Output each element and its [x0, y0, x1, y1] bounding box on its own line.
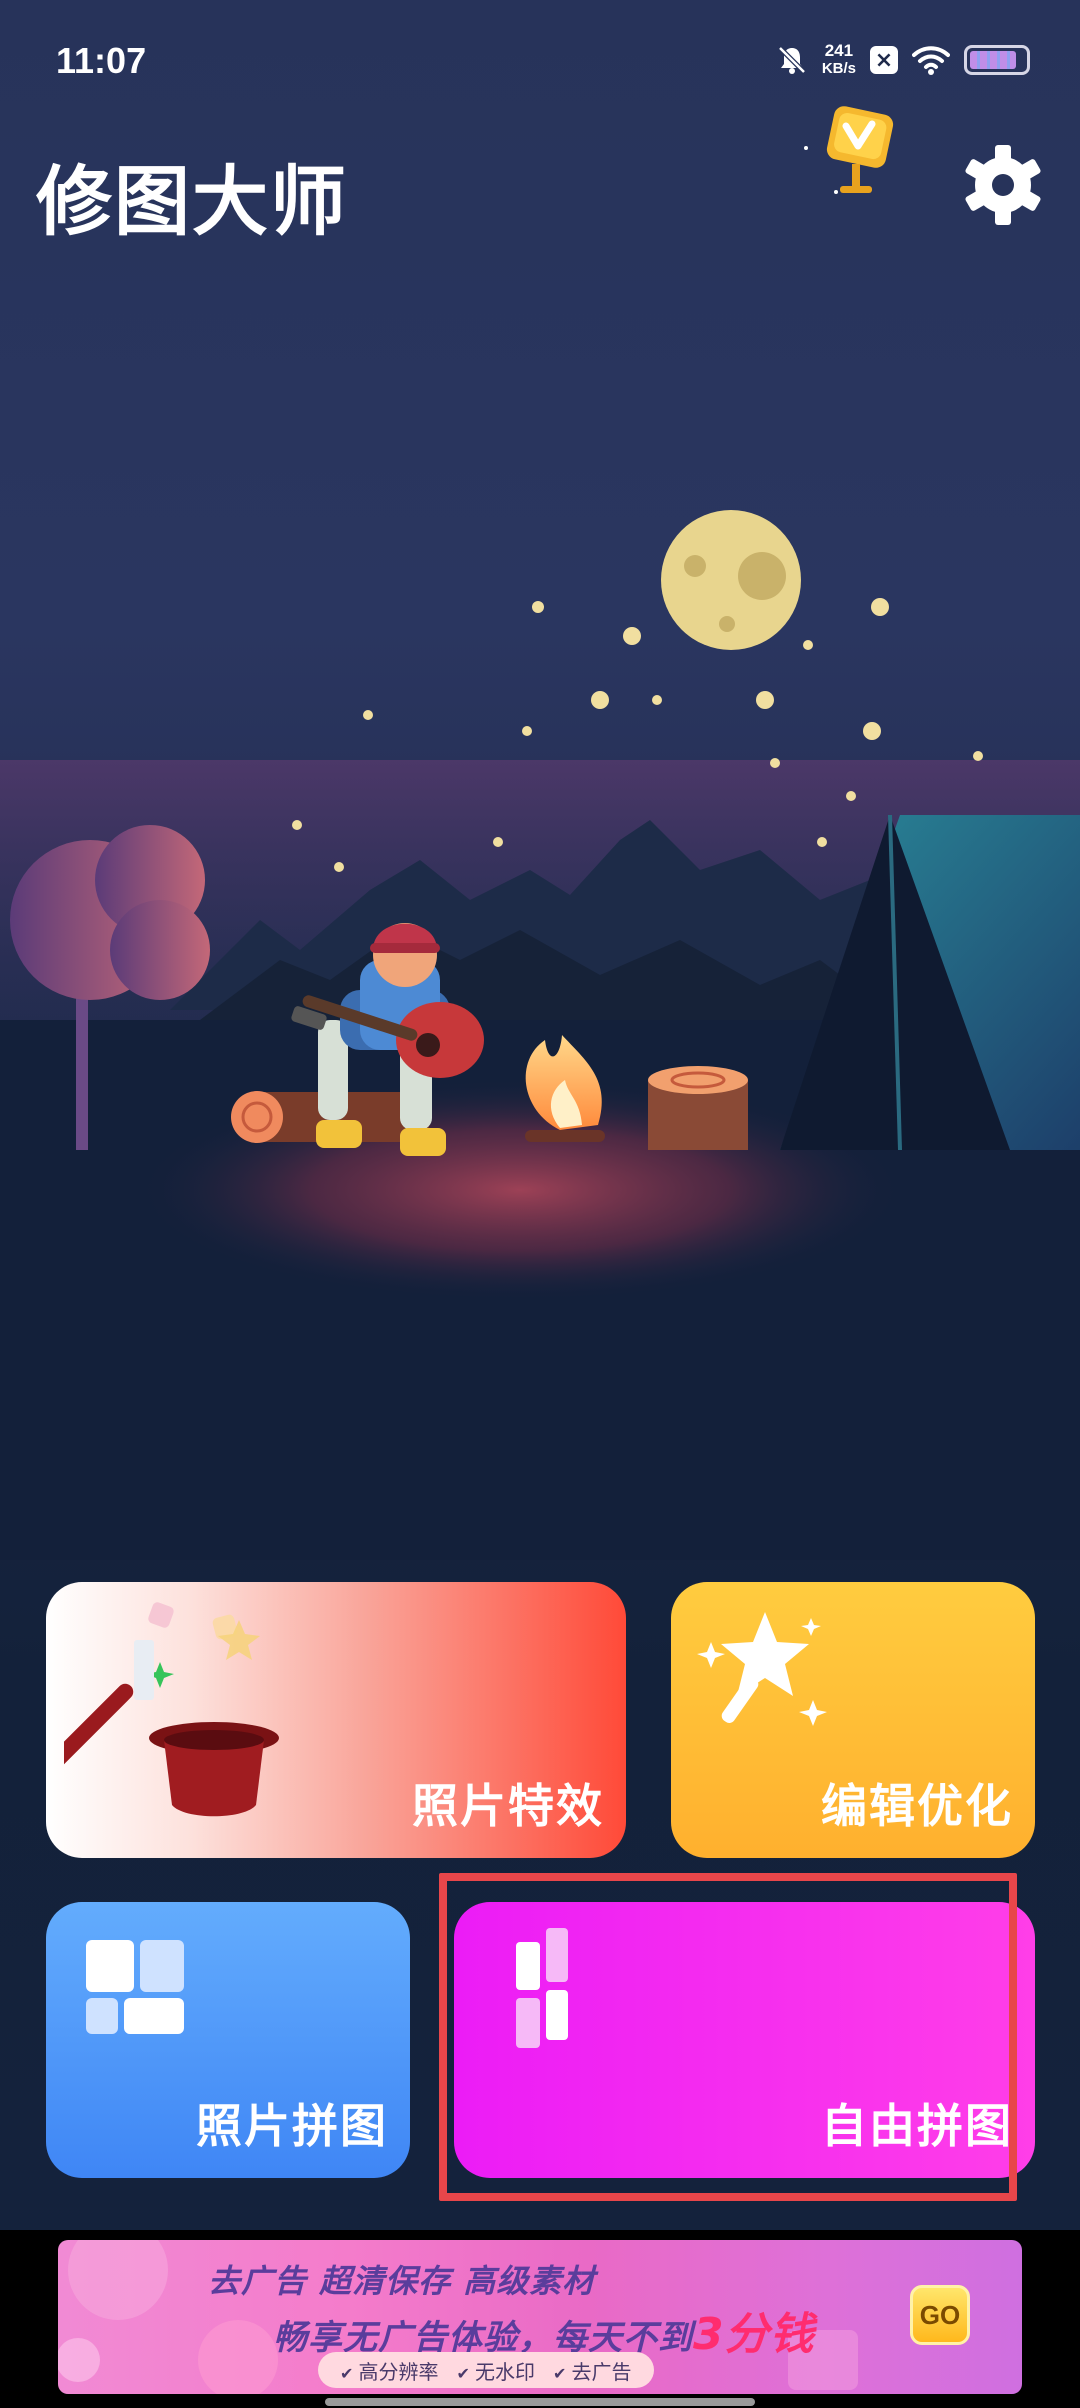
status-time: 11:07 [56, 40, 147, 81]
status-bar: 11:07 241 KB/s × [0, 0, 1080, 120]
wifi-icon [912, 46, 950, 75]
status-icons: 241 KB/s × [776, 42, 1030, 78]
ad-features: 高分辨率 无水印 去广告 [318, 2352, 654, 2388]
ad-feature: 高分辨率 [340, 2356, 439, 2385]
grid-collage-icon [86, 1940, 184, 2034]
app-title: 修图大师 [36, 157, 348, 246]
ad-feature: 去广告 [553, 2356, 632, 2385]
gear-icon[interactable] [960, 142, 1046, 228]
ad-go-button[interactable]: GO [910, 2285, 970, 2345]
ad-banner[interactable]: 去广告 超清保存 高级素材 畅享无广告体验，每天不到3分钱 高分辨率 无水印 去… [58, 2240, 1022, 2394]
photo-collage-label: 照片拼图 [196, 2099, 388, 2153]
magic-wand-star-icon [697, 1612, 827, 1726]
vip-badge-icon[interactable] [800, 100, 910, 210]
net-speed-unit: KB/s [821, 60, 856, 77]
photo-effects-label: 照片特效 [412, 1779, 604, 1833]
ad-headline: 去广告 超清保存 高级素材 [208, 2262, 596, 2300]
home-indicator[interactable] [325, 2398, 755, 2406]
mute-bell-icon [778, 46, 806, 74]
edit-optimize-card[interactable]: 编辑优化 [671, 1582, 1035, 1858]
sim-x-icon: × [870, 46, 898, 74]
battery-icon [964, 45, 1030, 75]
magic-hat-icon [64, 1602, 279, 1817]
network-speed: 241 KB/s [822, 42, 856, 78]
selection-highlight [439, 1873, 1017, 2201]
ad-subline-highlight: 3分钱 [693, 2309, 815, 2360]
battery-level [970, 51, 1017, 69]
photo-effects-card[interactable]: 照片特效 [46, 1582, 626, 1858]
ad-feature: 无水印 [457, 2356, 535, 2385]
photo-collage-card[interactable]: 照片拼图 [46, 1902, 410, 2178]
edit-optimize-label: 编辑优化 [821, 1779, 1013, 1833]
net-speed-value: 241 [824, 41, 854, 60]
